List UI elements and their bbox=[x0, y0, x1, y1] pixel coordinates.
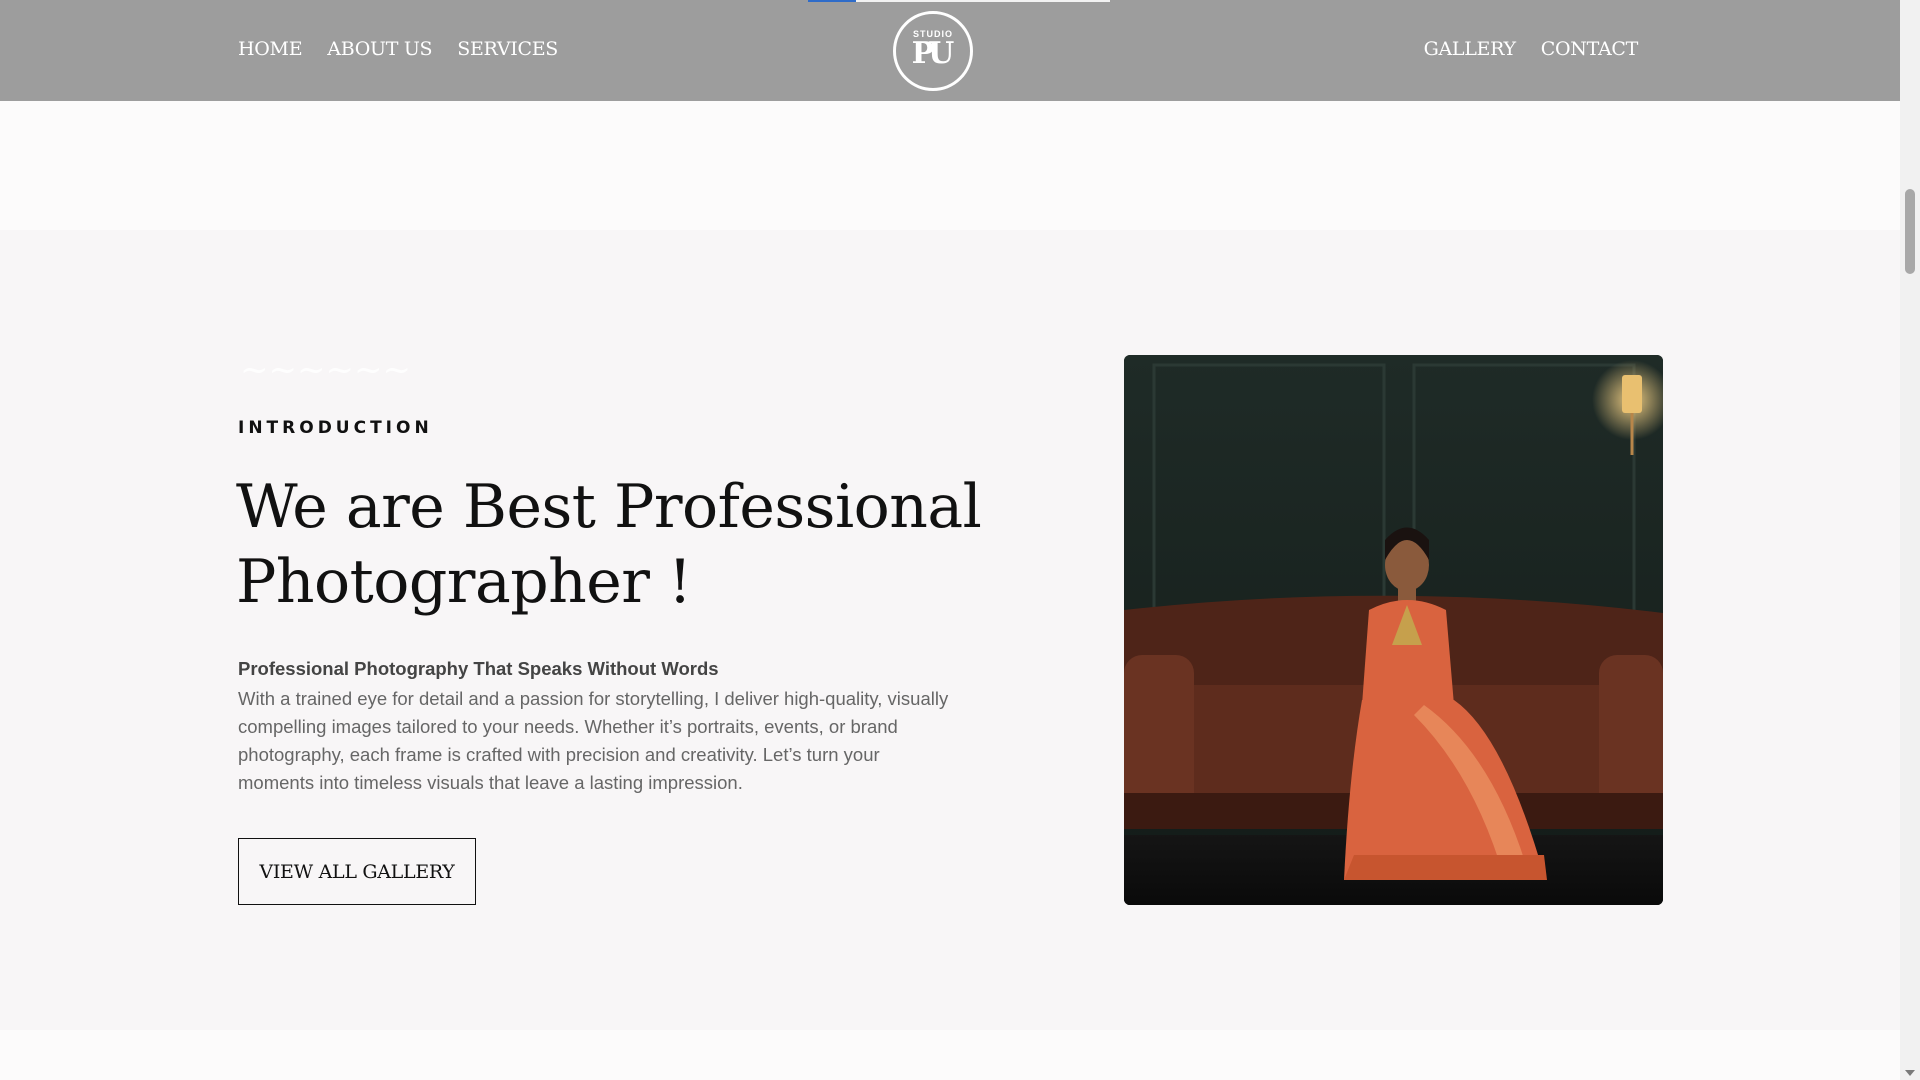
intro-subhead: Professional Photography That Speaks Wit… bbox=[238, 658, 719, 679]
decorative-script-mark: ~~~~~~ bbox=[240, 350, 411, 390]
scroll-progress-fill bbox=[808, 0, 857, 2]
page: HOME ABOUT US SERVICES STUDIO PU GALLERY… bbox=[0, 0, 1920, 1080]
scrollbar-thumb[interactable] bbox=[1905, 189, 1915, 274]
intro-body: With a trained eye for detail and a pass… bbox=[238, 688, 949, 793]
nav-left: HOME ABOUT US SERVICES bbox=[238, 38, 558, 60]
site-header: HOME ABOUT US SERVICES STUDIO PU GALLERY… bbox=[0, 0, 1900, 101]
studio-logo-icon[interactable]: STUDIO PU bbox=[893, 11, 973, 91]
section-eyebrow: INTRODUCTION bbox=[238, 418, 433, 438]
headline-line-2: Photographer ! bbox=[236, 547, 692, 617]
logo-mark: PU bbox=[911, 36, 955, 71]
page-scrollbar[interactable] bbox=[1900, 0, 1920, 1080]
nav-gallery[interactable]: GALLERY bbox=[1424, 38, 1516, 60]
intro-section: ~~~~~~ INTRODUCTION We are Best Professi… bbox=[0, 230, 1900, 1030]
nav-contact[interactable]: CONTACT bbox=[1541, 38, 1639, 60]
scroll-progress-track bbox=[808, 0, 1110, 2]
view-all-gallery-button[interactable]: VIEW ALL GALLERY bbox=[238, 838, 476, 905]
nav-right: GALLERY CONTACT bbox=[1424, 38, 1639, 60]
portrait-illustration bbox=[1124, 355, 1663, 905]
headline-line-1: We are Best Professional bbox=[236, 472, 982, 542]
nav-home[interactable]: HOME bbox=[238, 38, 303, 60]
intro-headline: We are Best Professional Photographer ! bbox=[236, 470, 996, 620]
chevron-down-icon[interactable] bbox=[1905, 1070, 1915, 1076]
nav-services[interactable]: SERVICES bbox=[457, 38, 558, 60]
featured-photo bbox=[1124, 355, 1663, 905]
nav-about-us[interactable]: ABOUT US bbox=[327, 38, 432, 60]
